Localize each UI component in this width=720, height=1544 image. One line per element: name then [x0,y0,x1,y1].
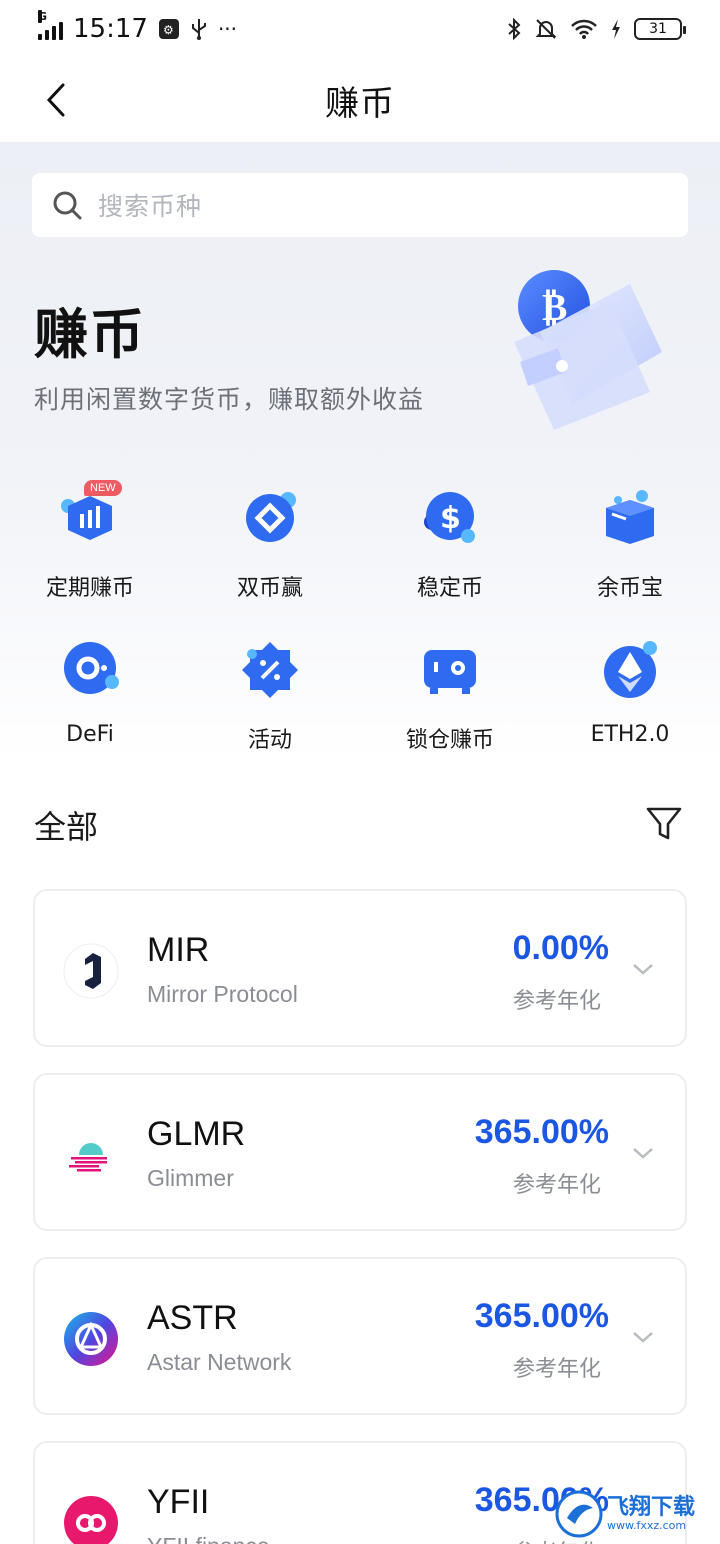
ethereum-icon [604,641,657,698]
category-label: 稳定币 [416,576,483,601]
filter-icon [646,807,682,840]
category-savings[interactable]: 余币宝 [540,472,720,624]
mir-logo-icon [63,943,119,999]
coin-card-astr[interactable]: ASTR Astar Network 365.00% 参考年化 [33,1257,687,1415]
category-label: ETH2.0 [590,722,670,747]
coin-apy: 365.00% [474,1297,609,1335]
filter-button[interactable] [644,804,684,844]
coin-apy: 365.00% [474,1113,609,1151]
coin-apy: 0.00% [512,929,609,967]
status-bar: G 15:17 ⚙ ··· 31 [0,0,720,58]
lock-vault-icon [424,650,476,694]
coin-name: Astar Network [147,1349,292,1375]
category-eth2[interactable]: ETH2.0 [540,624,720,776]
mute-bell-icon [535,19,557,39]
coin-name: Mirror Protocol [147,981,298,1007]
yfii-logo-icon [64,1496,118,1544]
new-badge: NEW [84,480,122,496]
category-label: 活动 [247,728,292,753]
usb-icon [191,19,206,40]
wifi-icon [571,19,597,39]
coin-card-glmr[interactable]: GLMR Glimmer 365.00% 参考年化 [33,1073,687,1231]
page-title: 赚币 [325,83,395,124]
hero-title: 赚币 [34,303,146,366]
bluetooth-icon [508,17,521,41]
chevron-down-icon[interactable] [631,961,655,977]
search-input[interactable]: 搜索币种 [32,173,688,237]
astr-logo-icon [64,1312,118,1366]
coin-name: YFII.finance [147,1533,270,1544]
apy-label: 参考年化 [512,1173,601,1198]
svg-text:⚙: ⚙ [163,23,174,37]
category-label: 双币赢 [236,576,303,601]
status-more: ··· [217,17,238,41]
coin-card-mir[interactable]: MIR Mirror Protocol 0.00% 参考年化 [33,889,687,1047]
box-icon [606,490,654,544]
watermark-url: www.fxxz.com [607,1518,687,1532]
glmr-logo-icon [69,1143,107,1172]
wallet-bitcoin-illustration: ₿ [514,270,662,430]
hero-subtitle: 利用闲置数字货币，赚取额外收益 [34,385,425,414]
usb-debug-icon: ⚙ [158,19,179,39]
diamond-coin-icon [246,492,296,542]
coin-symbol: YFII [147,1483,210,1521]
watermark: 飞翔下载 www.fxxz.com [555,1484,720,1544]
category-label: 余币宝 [596,576,663,601]
chevron-down-icon[interactable] [631,1145,655,1161]
category-activity[interactable]: 活动 [180,624,360,776]
chevron-left-icon [46,83,65,117]
watermark-text: 飞翔下载 [607,1494,696,1520]
coin-name: Glimmer [147,1165,234,1191]
dollar-coin-icon: $ [424,492,475,543]
category-fixed-earn[interactable]: NEW 定期赚币 [0,472,180,624]
category-label: 定期赚币 [45,576,134,601]
coin-symbol: ASTR [147,1299,238,1337]
hero-section: 搜索币种 赚币 利用闲置数字货币，赚取额外收益 ₿ NEW 定期赚币 双币赢 $… [0,142,720,762]
coin-symbol: GLMR [147,1115,246,1153]
category-label: 锁仓赚币 [405,728,494,753]
back-button[interactable] [36,80,76,120]
defi-icon [64,642,119,694]
category-label: DeFi [66,722,114,747]
search-placeholder: 搜索币种 [98,192,203,221]
battery-icon: 31 [634,18,686,40]
coin-symbol: MIR [147,931,210,969]
fxxz-logo-icon [555,1490,603,1538]
apy-label: 参考年化 [512,989,601,1014]
category-stablecoin[interactable]: $ 稳定币 [360,472,540,624]
apy-label: 参考年化 [512,1357,601,1382]
charging-icon [612,19,620,39]
top-app-bar: 赚币 [0,58,720,142]
percent-badge-icon [242,642,298,698]
signal-icon: G [38,10,63,40]
category-defi[interactable]: DeFi [0,624,180,776]
search-icon [53,191,82,220]
section-title: 全部 [34,808,99,846]
chevron-down-icon[interactable] [631,1329,655,1345]
svg-text:$: $ [440,501,461,536]
category-grid: NEW 定期赚币 双币赢 $ 稳定币 余币宝 DeFi 活动 锁仓赚币 ETH2… [0,472,720,776]
category-dual-currency[interactable]: 双币赢 [180,472,360,624]
category-locked-earn[interactable]: 锁仓赚币 [360,624,540,776]
status-time: 15:17 [73,14,148,44]
